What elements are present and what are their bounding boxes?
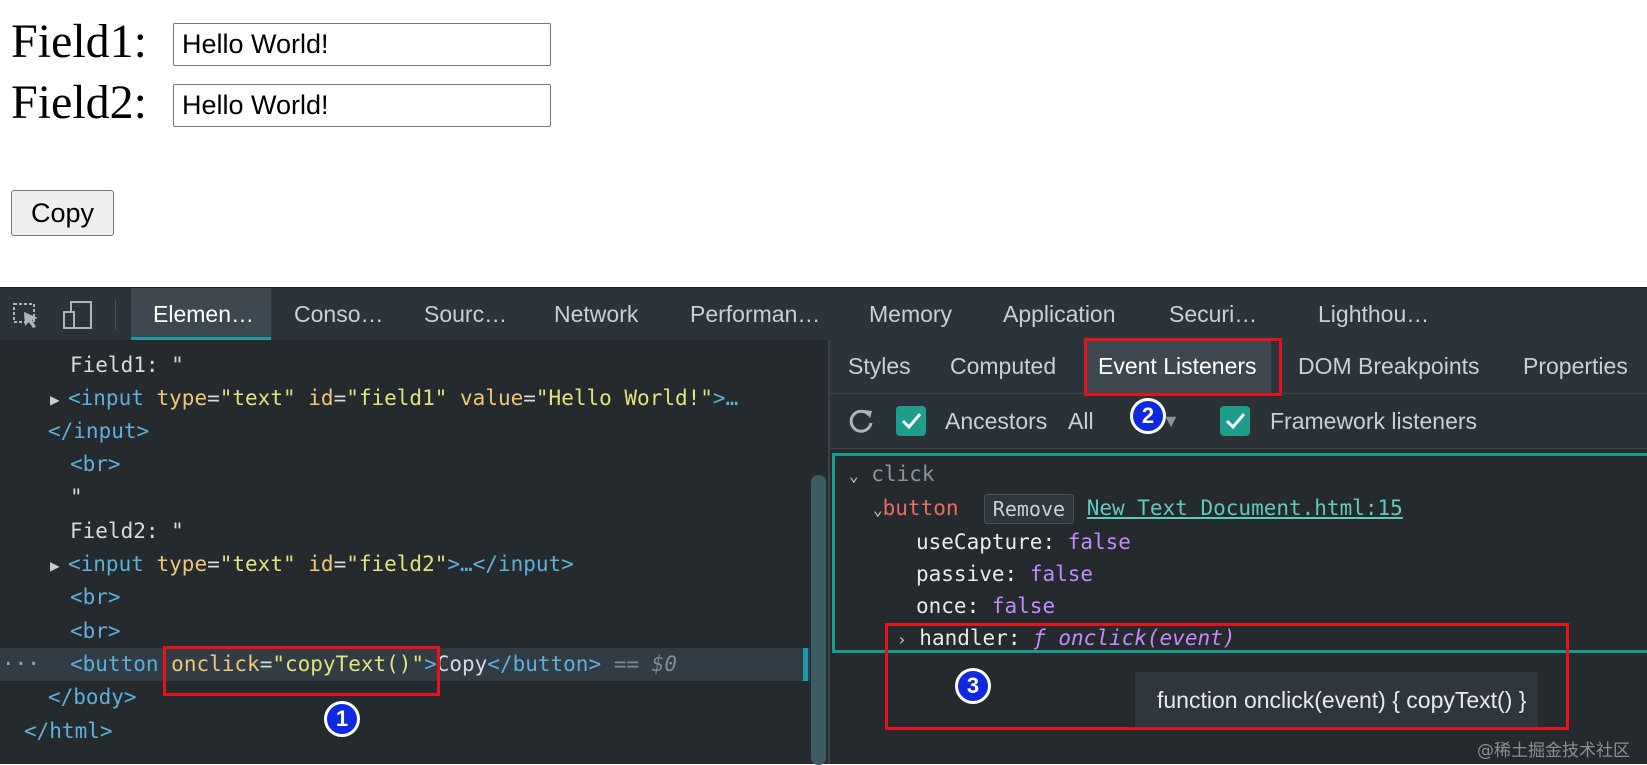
annotation-box-onclick	[163, 646, 440, 696]
listener-prop: useCapture: false	[916, 530, 1131, 554]
annotation-badge-1: 1	[324, 701, 360, 737]
prop-value: false	[991, 594, 1056, 618]
dom-tag: >…	[712, 386, 739, 410]
tab-dom-breakpoints[interactable]: DOM Breakpoints	[1298, 340, 1480, 393]
device-toolbar-icon[interactable]	[62, 300, 92, 330]
tab-application[interactable]: Application	[1003, 288, 1116, 340]
dom-node-br[interactable]: <br>	[70, 448, 121, 481]
prop-key: useCapture	[916, 530, 1043, 554]
toolbar-divider	[115, 300, 116, 330]
dom-tag: <br>	[70, 585, 121, 609]
prop-value: false	[1029, 562, 1094, 586]
dom-attr-value: "Hello World!"	[535, 386, 713, 410]
tab-performance[interactable]: Performan…	[690, 288, 820, 340]
annotation-badge-3: 3	[955, 668, 991, 704]
listener-target-row[interactable]: ⌄button Remove New Text Document.html:15	[873, 492, 1403, 524]
dom-tag: <input	[68, 552, 144, 576]
dom-text-node[interactable]: "	[70, 481, 83, 514]
event-group-click[interactable]: ⌄ click	[849, 458, 935, 490]
dom-text: Field1: "	[70, 353, 184, 377]
copy-button[interactable]: Copy	[11, 190, 114, 236]
expand-triangle-icon[interactable]: ▶	[50, 383, 68, 416]
dom-text-node[interactable]: Field2: "	[70, 515, 184, 548]
dom-attr-name: type	[156, 386, 208, 410]
ancestors-label: Ancestors	[945, 408, 1048, 434]
field2-label: Field2:	[11, 76, 148, 129]
dom-text-node[interactable]: Field1: "	[70, 349, 184, 382]
source-link[interactable]: New Text Document.html:15	[1087, 496, 1403, 520]
web-page: Field1: Field2: Copy	[0, 0, 1647, 287]
tab-styles[interactable]: Styles	[848, 340, 911, 393]
listener-prop: passive: false	[916, 562, 1094, 586]
dom-tag: <br>	[70, 452, 121, 476]
framework-label: Framework listeners	[1270, 408, 1478, 434]
refresh-icon[interactable]	[846, 406, 876, 441]
tab-console[interactable]: Conso…	[294, 288, 383, 340]
listener-target: button	[882, 496, 959, 520]
dom-node-br[interactable]: <br>	[70, 615, 121, 648]
chevron-down-icon[interactable]: ⌄	[849, 466, 859, 485]
dom-text: "	[70, 485, 83, 509]
dom-tag: </input>	[48, 419, 150, 443]
dom-attr-value: "field1"	[346, 386, 448, 410]
expand-triangle-icon[interactable]: ▶	[50, 549, 68, 582]
dom-close-input[interactable]: </input>	[48, 415, 149, 448]
dom-attr-name: id	[308, 386, 334, 410]
dom-close-html[interactable]: </html>	[24, 715, 113, 748]
dom-tag: <br>	[70, 619, 121, 643]
dom-tag: <button	[70, 652, 159, 676]
prop-key: passive	[916, 562, 1005, 586]
framework-checkbox[interactable]	[1220, 406, 1250, 436]
field1-input[interactable]	[173, 23, 551, 66]
elements-scrollbar[interactable]	[811, 475, 826, 765]
listener-prop: once: false	[916, 594, 1056, 618]
chevron-down-icon[interactable]: ⌄	[873, 500, 883, 519]
event-name: click	[871, 462, 935, 486]
dom-attr-value: "field2"	[346, 552, 448, 576]
tab-network[interactable]: Network	[554, 288, 638, 340]
inspect-element-icon[interactable]	[12, 300, 42, 330]
devtools-tabbar: Elemen… Conso… Sourc… Network Performan……	[0, 287, 1647, 341]
tab-computed[interactable]: Computed	[950, 340, 1056, 393]
selection-indicator	[803, 648, 808, 681]
dom-attr-value: "text"	[219, 386, 296, 410]
dom-tag: </html>	[24, 719, 113, 743]
annotation-box-event-listeners	[1084, 338, 1282, 396]
selected-marker: == $0	[613, 652, 677, 676]
annotation-badge-2: 2	[1130, 398, 1166, 434]
ancestors-checkbox[interactable]	[896, 406, 926, 436]
tab-security[interactable]: Securi…	[1169, 288, 1257, 340]
dom-attr-value: "text"	[219, 552, 296, 576]
dom-attr-name: value	[460, 386, 524, 410]
dom-attr-name: type	[156, 552, 208, 576]
field2-input[interactable]	[173, 84, 551, 127]
dom-attr-name: id	[308, 552, 334, 576]
field1-label: Field1:	[11, 15, 148, 68]
tab-sources[interactable]: Sourc…	[424, 288, 507, 340]
prop-key: once	[916, 594, 967, 618]
dom-text: Field2: "	[70, 519, 184, 543]
tab-lighthouse[interactable]: Lighthou…	[1318, 288, 1429, 340]
dom-node-input2[interactable]: ▶ <input type="text" id="field2">…</input…	[50, 548, 574, 581]
dom-tag: </body>	[48, 685, 137, 709]
tab-memory[interactable]: Memory	[869, 288, 952, 340]
more-dots-icon[interactable]: ···	[2, 648, 40, 681]
remove-button[interactable]: Remove	[983, 494, 1075, 524]
listener-options: Ancestors All ▼ Framework listeners	[830, 394, 1647, 449]
tab-properties[interactable]: Properties	[1523, 340, 1628, 393]
filter-select[interactable]: All	[1068, 394, 1094, 448]
tab-elements[interactable]: Elemen…	[131, 288, 271, 340]
dom-node-br[interactable]: <br>	[70, 581, 121, 614]
dom-node-input1[interactable]: ▶ <input type="text" id="field1" value="H…	[50, 382, 738, 415]
dom-tag: >…</input>	[447, 552, 574, 576]
dom-tag: </button>	[487, 652, 602, 676]
elements-tree: Field1: " ▶ <input type="text" id="field1…	[0, 340, 828, 765]
prop-value: false	[1067, 530, 1131, 554]
dom-text: Copy	[436, 652, 488, 676]
dom-tag: <input	[68, 386, 144, 410]
watermark: @稀土掘金技术社区	[1477, 741, 1630, 761]
dom-close-body[interactable]: </body>	[48, 681, 137, 714]
